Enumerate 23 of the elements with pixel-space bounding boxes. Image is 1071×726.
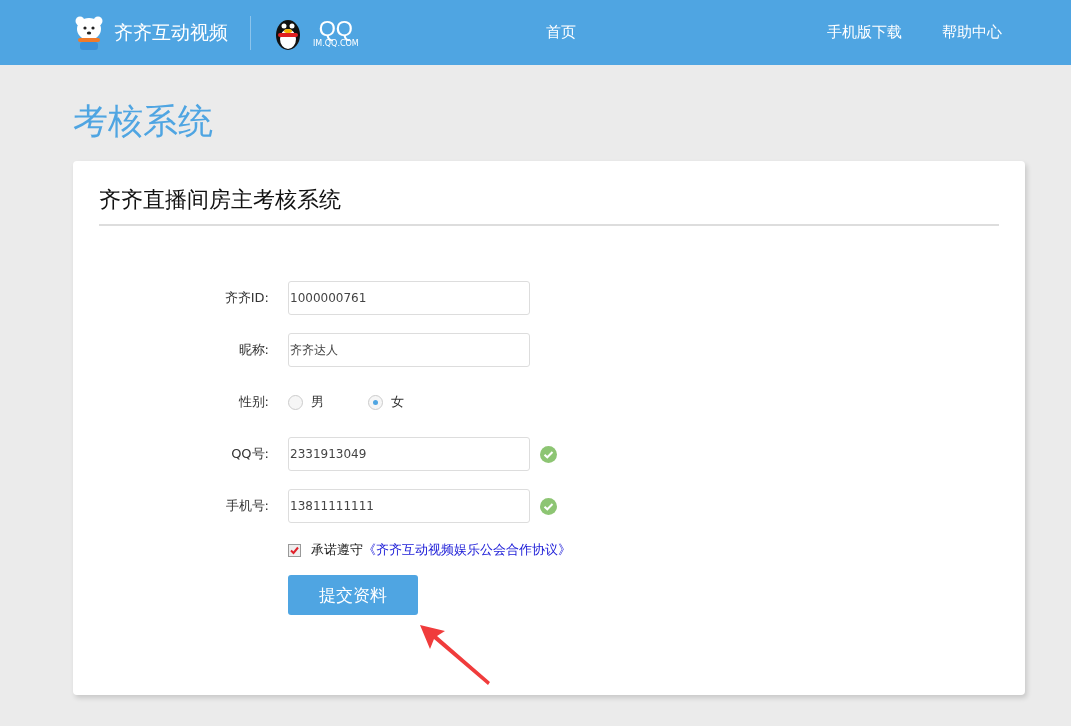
input-field[interactable]: 13811111111: [288, 489, 530, 523]
field-label: 性别:: [237, 393, 269, 411]
field-label: 齐齐ID:: [223, 289, 269, 307]
radio-button[interactable]: [368, 394, 383, 410]
qq-logo-text: QQ: [318, 17, 353, 40]
radio-button[interactable]: [288, 394, 303, 410]
card-title: 齐齐直播间房主考核系统: [99, 186, 342, 214]
checkbox[interactable]: [288, 543, 301, 557]
field-label: 手机号:: [224, 497, 269, 515]
qq-logo-subtitle: IM.QQ.COM: [313, 39, 359, 48]
agreement-link[interactable]: 《齐齐互动视频娱乐公会合作协议》: [363, 541, 571, 559]
bear-mascot-icon: [74, 14, 104, 51]
radio-label: 男: [311, 393, 324, 411]
input-field[interactable]: 1000000761: [288, 281, 530, 315]
pointer-arrow: [420, 625, 490, 687]
field-label: QQ号:: [230, 445, 269, 463]
input-field[interactable]: 2331913049: [288, 437, 530, 471]
page-title: 考核系统: [73, 100, 214, 143]
radio-label: 女: [391, 393, 404, 411]
input-field[interactable]: 齐齐达人: [288, 333, 530, 367]
field-label: 昵称:: [237, 341, 269, 359]
agreement-text: 承诺遵守: [311, 541, 363, 559]
brand-name: 齐齐互动视频: [114, 19, 228, 45]
